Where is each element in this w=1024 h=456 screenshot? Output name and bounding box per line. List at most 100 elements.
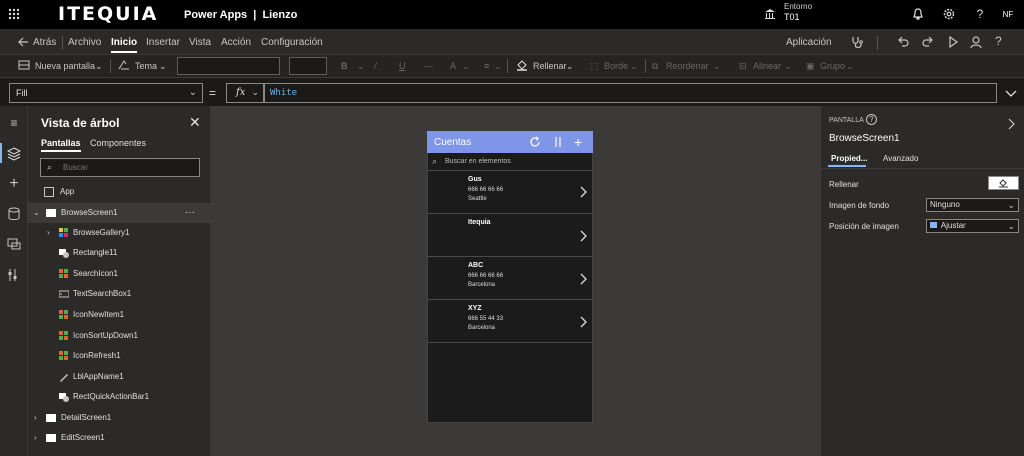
item-name: Gus — [468, 176, 482, 183]
tree-search-input[interactable] — [63, 161, 193, 174]
insert-plus-icon[interactable]: + — [7, 176, 21, 192]
more-options-icon[interactable]: ··· — [185, 203, 195, 223]
underline-icon[interactable]: U — [399, 61, 406, 71]
tree-item-app[interactable]: App — [28, 182, 211, 202]
menu-insertar[interactable]: Insertar — [146, 37, 180, 48]
tab-advanced[interactable]: Avanzado — [883, 154, 918, 163]
settings-icon[interactable] — [942, 7, 956, 21]
fill-button[interactable]: Rellenar — [533, 61, 567, 71]
tree-item-label: RectQuickActionBar1 — [73, 392, 150, 401]
image-position-select[interactable]: Ajustar ⌄ — [926, 219, 1019, 233]
app-search-bar[interactable]: ⌕ Buscar en elementos — [428, 154, 592, 171]
icon-control-icon — [59, 351, 69, 361]
tab-pantallas[interactable]: Pantallas — [41, 138, 81, 148]
property-select[interactable]: Fill ⌄ — [9, 83, 203, 103]
border-button[interactable]: Borde — [604, 61, 628, 71]
chevron-right-icon[interactable] — [578, 229, 588, 243]
font-size-input[interactable] — [289, 57, 327, 75]
font-family-input[interactable] — [177, 57, 280, 75]
app-launcher-icon[interactable] — [8, 8, 20, 20]
tree-item-searchicon1[interactable]: SearchIcon1 — [28, 264, 211, 284]
tab-componentes[interactable]: Componentes — [90, 138, 146, 148]
tree-item-lblappname1[interactable]: LblAppName1 — [28, 367, 211, 387]
chevron-down-icon: ⌄ — [1007, 221, 1015, 231]
tree-item-iconsortupdown1[interactable]: IconSortUpDown1 — [28, 326, 211, 346]
redo-icon[interactable] — [921, 35, 935, 49]
formula-expression: White — [270, 88, 298, 98]
help-icon[interactable]: ? — [995, 34, 1002, 48]
tab-properties[interactable]: Propied... — [831, 154, 867, 163]
app-search-placeholder[interactable]: Buscar en elementos — [445, 158, 511, 165]
advanced-tools-icon[interactable] — [7, 268, 21, 282]
tree-search-box[interactable]: ⌕ — [40, 158, 200, 177]
menu-configuracion[interactable]: Configuración — [261, 37, 323, 48]
chevron-right-icon[interactable] — [578, 272, 588, 286]
theme-button[interactable]: Tema — [135, 61, 157, 71]
fx-icon: fx — [236, 87, 246, 98]
font-color-icon[interactable]: A — [450, 61, 456, 71]
chevron-down-icon: ⌄ — [713, 61, 721, 71]
strikethrough-icon[interactable]: — — [424, 61, 433, 71]
chevron-down-icon: ⌄ — [462, 61, 470, 71]
list-item[interactable]: Gus 666 66 66 66 Seattle — [428, 172, 592, 214]
hamburger-menu-icon[interactable]: ≡ — [7, 116, 21, 130]
tree-item-browsegallery1[interactable]: › BrowseGallery1 — [28, 223, 211, 243]
chevron-down-icon: ⌄ — [784, 61, 792, 71]
new-screen-button[interactable]: Nueva pantalla — [35, 61, 95, 71]
italic-icon[interactable]: / — [374, 61, 377, 71]
tree-item-iconrefresh1[interactable]: IconRefresh1 — [28, 346, 211, 366]
tree-item-rectquickactionbar1[interactable]: RectQuickActionBar1 — [28, 387, 211, 407]
tree-item-textsearchbox1[interactable]: TextSearchBox1 — [28, 284, 211, 304]
sort-up-down-icon[interactable] — [553, 136, 563, 148]
data-icon[interactable] — [7, 207, 21, 221]
media-icon[interactable] — [7, 237, 21, 251]
environment-value[interactable]: T01 — [784, 12, 800, 22]
menu-inicio[interactable]: Inicio — [111, 37, 138, 53]
tab-active-underline — [41, 150, 81, 152]
formula-input[interactable]: White — [264, 83, 997, 103]
fx-button[interactable]: fx ⌄ — [226, 83, 264, 103]
bold-icon[interactable]: B — [341, 61, 348, 71]
reorder-button[interactable]: Reordenar — [666, 61, 709, 71]
tree-item-rectangle11[interactable]: Rectangle11 — [28, 243, 211, 263]
list-item[interactable]: Itequia — [428, 215, 592, 257]
undo-icon[interactable] — [896, 35, 910, 49]
back-button[interactable]: Atrás — [33, 37, 56, 48]
app-checker-label[interactable]: Aplicación — [786, 37, 832, 48]
text-align-icon[interactable]: ≡ — [484, 61, 489, 71]
list-item[interactable]: ABC 666 66 66 66 Barcelona — [428, 258, 592, 300]
info-icon[interactable]: ? — [866, 114, 877, 125]
menu-accion[interactable]: Acción — [221, 37, 251, 48]
menu-vista[interactable]: Vista — [189, 37, 211, 48]
bg-image-select[interactable]: Ninguno ⌄ — [926, 198, 1019, 212]
chevron-right-icon[interactable] — [578, 315, 588, 329]
chevron-right-icon[interactable] — [578, 185, 588, 199]
notification-icon[interactable] — [911, 7, 925, 21]
tab-active-underline — [828, 165, 866, 167]
fill-color-picker[interactable] — [988, 176, 1019, 190]
refresh-icon[interactable] — [529, 136, 541, 148]
help-icon[interactable]: ? — [973, 7, 987, 21]
avatar[interactable]: NF — [1000, 7, 1016, 23]
tree-item-browsescreen1[interactable]: ⌄ BrowseScreen1 ··· — [28, 203, 211, 223]
gallery-icon — [59, 228, 69, 238]
list-item[interactable]: XYZ 666 55 44 33 Barcelona — [428, 301, 592, 343]
tree-item-iconnewitem1[interactable]: IconNewItem1 — [28, 305, 211, 325]
back-arrow-icon[interactable] — [17, 36, 29, 48]
border-icon: ⬚ — [590, 61, 599, 71]
app-header-title[interactable]: Cuentas — [434, 137, 471, 148]
expand-formula-icon[interactable] — [1003, 85, 1019, 101]
share-user-icon[interactable] — [970, 35, 984, 49]
stethoscope-icon[interactable] — [850, 35, 864, 49]
tree-item-detailscreen1[interactable]: › DetailScreen1 — [28, 408, 211, 428]
close-icon[interactable]: ✕ — [189, 114, 201, 131]
tree-item-editscreen1[interactable]: › EditScreen1 — [28, 428, 211, 448]
chevron-right-icon[interactable] — [1006, 117, 1016, 131]
align-button[interactable]: Alinear — [753, 61, 781, 71]
environment-icon[interactable] — [764, 8, 776, 20]
play-icon[interactable] — [946, 35, 960, 49]
menu-archivo[interactable]: Archivo — [68, 37, 101, 48]
add-item-icon[interactable]: + — [574, 135, 582, 149]
group-button[interactable]: Grupo — [820, 61, 845, 71]
tree-view-icon[interactable] — [7, 147, 21, 161]
